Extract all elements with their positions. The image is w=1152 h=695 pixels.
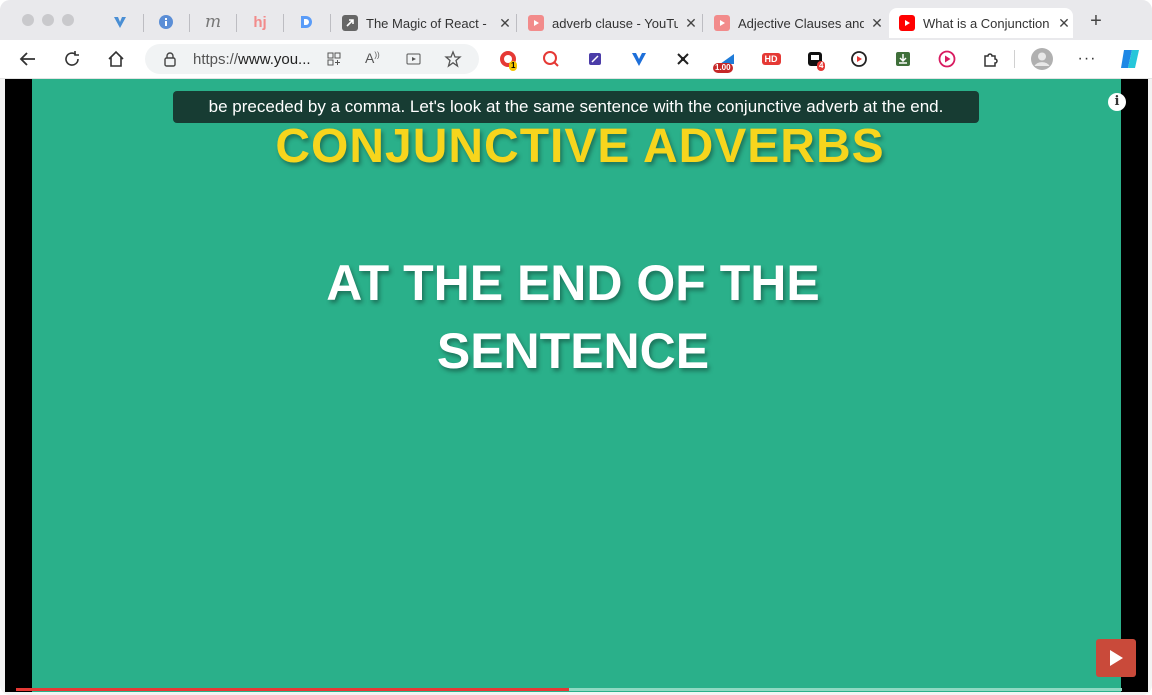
extension-player[interactable] <box>937 49 957 69</box>
url-scheme: https:// <box>193 51 239 68</box>
extension-video-capture[interactable] <box>849 49 869 69</box>
play-icon <box>1110 650 1123 666</box>
minimize-window-button[interactable] <box>42 14 54 26</box>
tab-adverb-clause[interactable]: adverb clause - YouTube ✕ <box>518 8 700 38</box>
tab-title: What is a Conjunction <box>923 15 1050 31</box>
video-player[interactable]: be preceded by a comma. Let's look at th… <box>5 79 1148 692</box>
close-window-button[interactable] <box>22 14 34 26</box>
download-icon <box>896 52 910 66</box>
extensions-puzzle-button[interactable] <box>981 49 1001 69</box>
tab-title: Adjective Clauses and <box>738 15 864 31</box>
pinned-tab-hj[interactable]: hj <box>240 8 280 36</box>
puzzle-icon <box>984 53 998 67</box>
pinned-tab-vuetify[interactable] <box>100 8 140 36</box>
pinned-tab-d[interactable] <box>286 8 326 36</box>
play-button[interactable] <box>1096 639 1136 677</box>
read-aloud-icon[interactable]: A)) <box>365 50 380 66</box>
pinned-tab-m[interactable]: m <box>193 8 233 36</box>
address-bar[interactable]: https://www.you... A)) <box>145 44 479 74</box>
arrow-link-icon <box>342 15 358 31</box>
tab-what-is-conjunction[interactable]: What is a Conjunction ✕ <box>889 8 1073 38</box>
more-menu-button[interactable]: ··· <box>1077 49 1097 69</box>
progress-played <box>16 688 569 691</box>
new-tab-button[interactable]: + <box>1085 10 1107 32</box>
url-host: www.you... <box>238 51 311 68</box>
d-letter-icon <box>301 16 312 28</box>
immersive-reader-icon[interactable] <box>406 51 422 72</box>
video-subtitle-text: AT THE END OF THE SENTENCE <box>273 249 873 385</box>
subtitle-line: AT THE END OF THE <box>326 255 820 311</box>
tab-title: The Magic of React - <box>366 15 487 31</box>
youtube-icon <box>528 15 544 31</box>
home-button[interactable] <box>104 47 128 71</box>
tab-close-button[interactable]: ✕ <box>682 15 700 32</box>
extension-badge: 1 <box>509 61 518 71</box>
extension-shuffle[interactable] <box>673 49 693 69</box>
lock-icon[interactable] <box>163 51 177 72</box>
apps-grid-icon[interactable] <box>326 51 342 72</box>
extension-hd[interactable]: HD <box>761 49 781 69</box>
reload-icon <box>65 51 79 66</box>
copilot-button[interactable] <box>1118 47 1142 71</box>
extension-counter[interactable]: 4 <box>805 49 826 71</box>
tab-title: adverb clause - YouTube <box>552 15 678 31</box>
subtitle-line: SENTENCE <box>436 323 710 379</box>
video-title-text: CONJUNCTIVE ADVERBS <box>275 120 885 173</box>
video-progress-bar[interactable] <box>16 688 1122 691</box>
v-logo-icon <box>632 53 646 66</box>
url-text: https://www.you... <box>193 51 311 68</box>
info-icon <box>159 15 173 29</box>
extension-recorder[interactable]: 1 <box>498 49 518 71</box>
hd-icon: HD <box>761 53 781 65</box>
tab-close-button[interactable]: ✕ <box>868 15 886 32</box>
pinned-tab-info[interactable] <box>146 8 186 36</box>
extension-notes[interactable] <box>585 49 605 69</box>
play-circle-icon <box>938 50 956 68</box>
tab-close-button[interactable]: ✕ <box>496 15 514 32</box>
zoom-window-button[interactable] <box>62 14 74 26</box>
tab-strip: m hj The Magic of React - ✕ adverb claus… <box>0 0 1152 40</box>
profile-avatar-button[interactable] <box>1031 48 1053 70</box>
magnifier-icon <box>543 51 559 67</box>
shuffle-icon <box>677 53 689 65</box>
extension-v[interactable] <box>629 49 649 69</box>
vuetify-icon <box>114 17 126 28</box>
back-arrow-icon <box>19 52 35 66</box>
extension-search-lens[interactable] <box>541 49 561 69</box>
tab-adjective-clauses[interactable]: Adjective Clauses and ✕ <box>704 8 886 38</box>
home-icon <box>108 50 124 67</box>
extension-download[interactable] <box>893 49 913 69</box>
youtube-icon <box>899 15 915 31</box>
count-badge: 4 <box>817 61 826 71</box>
browser-window: m hj The Magic of React - ✕ adverb claus… <box>0 0 1152 695</box>
notepad-icon <box>589 53 601 65</box>
info-button[interactable]: i <box>1108 93 1126 111</box>
favorite-star-icon[interactable] <box>444 50 462 73</box>
youtube-icon <box>714 15 730 31</box>
avatar-icon <box>1031 48 1053 70</box>
hj-icon: hj <box>253 13 267 31</box>
video-capture-icon <box>851 51 867 67</box>
browser-toolbar: https://www.you... A)) 1 1.00 HD 4 ··· <box>0 40 1152 79</box>
back-button[interactable] <box>16 47 40 71</box>
reload-button[interactable] <box>60 47 84 71</box>
tab-magic-of-react[interactable]: The Magic of React - ✕ <box>332 8 514 38</box>
copilot-icon <box>1121 50 1139 68</box>
extension-playback-speed[interactable]: 1.00 <box>713 49 737 73</box>
more-dots-icon: ··· <box>1077 50 1097 67</box>
speed-badge: 1.00 <box>713 63 733 73</box>
tab-close-button[interactable]: ✕ <box>1055 15 1073 32</box>
m-letter-icon: m <box>204 12 222 32</box>
